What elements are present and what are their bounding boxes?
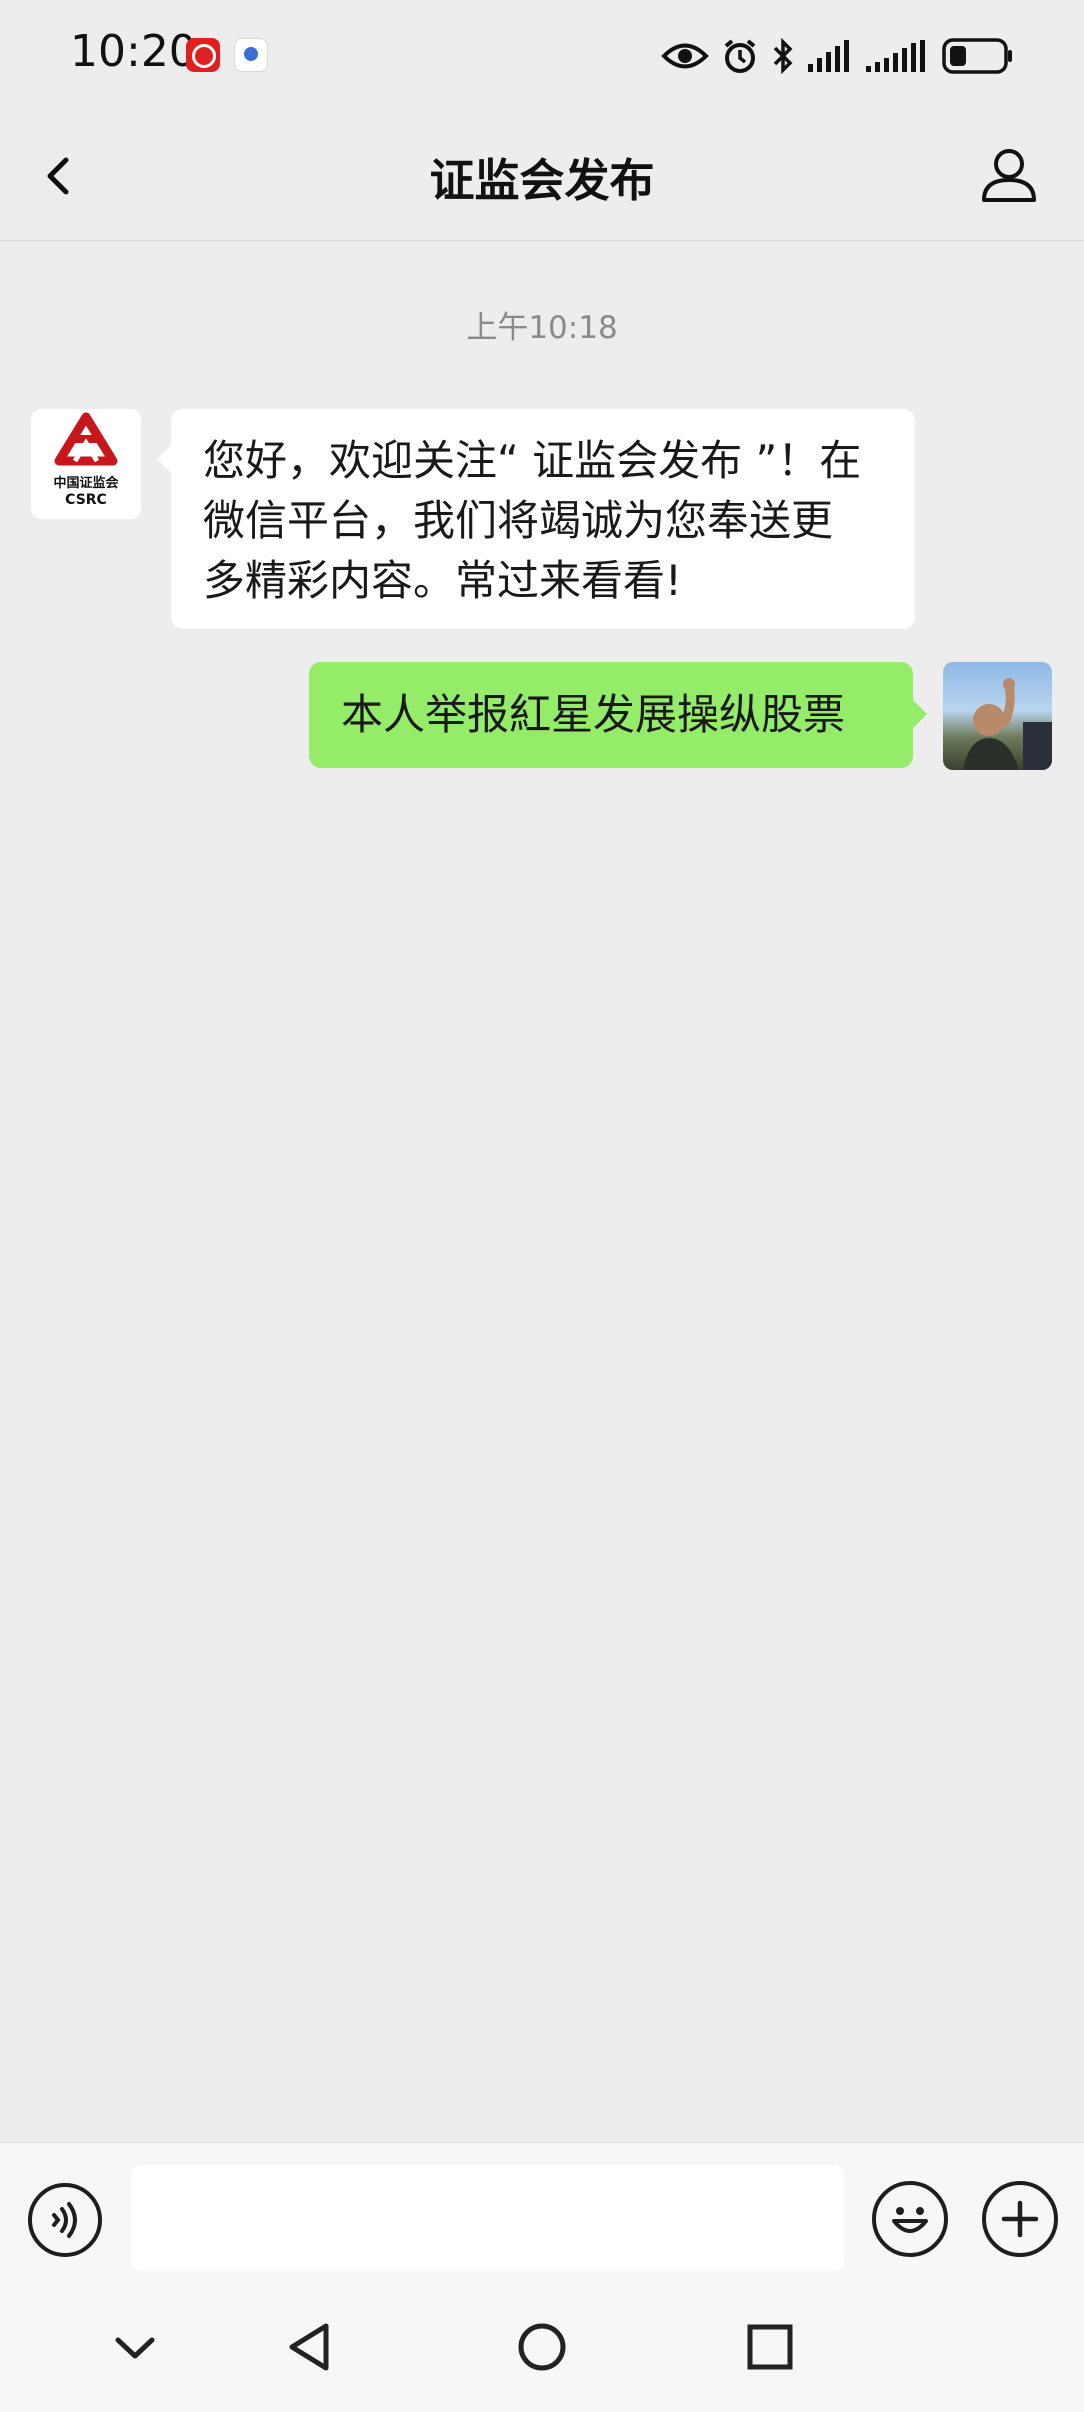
bluetooth-icon: [773, 37, 793, 75]
emoji-button[interactable]: [872, 2181, 948, 2257]
csrc-logo-icon: [54, 412, 118, 466]
message-line: 微信平台，我们将竭诚为您奉送更: [203, 496, 834, 545]
alarm-icon: [724, 39, 756, 73]
avatar-logo-text-cn: 中国证监会: [53, 476, 119, 491]
message-line: 您好，欢迎关注“ 证监会发布 ”！在: [203, 436, 862, 485]
signal-icon: [808, 40, 849, 72]
emoji-icon: [892, 2207, 928, 2233]
more-actions-button[interactable]: [982, 2181, 1058, 2257]
outgoing-message-bubble[interactable]: 本人举报紅星发展操纵股票: [309, 662, 927, 768]
voice-icon: [52, 2202, 77, 2238]
avatar-logo-text-en: CSRC: [65, 492, 107, 508]
message-input[interactable]: [131, 2165, 844, 2271]
app-notification-icon: [186, 38, 220, 72]
official-account-avatar[interactable]: 中国证监会 CSRC: [31, 409, 141, 519]
incoming-message-bubble[interactable]: 您好，欢迎关注“ 证监会发布 ”！在 微信平台，我们将竭诚为您奉送更 多精彩内容…: [157, 409, 915, 629]
baidu-app-icon: [234, 38, 268, 72]
user-photo: [963, 678, 1052, 770]
status-time: 10:20: [70, 26, 197, 77]
home-circle-icon: [518, 2323, 566, 2371]
user-avatar[interactable]: [943, 662, 1052, 770]
system-navigation-bar: [0, 2282, 1084, 2412]
system-home-button[interactable]: [507, 2312, 577, 2382]
back-triangle-icon: [289, 2323, 329, 2371]
message-input-bar: [0, 2142, 1084, 2283]
eye-icon: [661, 43, 709, 69]
status-bar: 10:20: [0, 0, 1084, 110]
page-title: 证监会发布: [429, 154, 655, 207]
plus-icon: [1001, 2200, 1039, 2238]
status-icons: [661, 34, 1014, 78]
message-line: 多精彩内容。常过来看看!: [203, 556, 682, 605]
hide-keyboard-button[interactable]: [100, 2312, 170, 2382]
chevron-down-icon: [115, 2337, 155, 2359]
system-recents-button[interactable]: [735, 2312, 805, 2382]
chat-header: 证监会发布: [0, 110, 1084, 241]
voice-input-button[interactable]: [28, 2183, 102, 2257]
message-timestamp: 上午10:18: [466, 310, 618, 346]
outgoing-message-text: 本人举报紅星发展操纵股票: [341, 690, 846, 739]
system-back-button[interactable]: [276, 2312, 346, 2382]
person-icon: [982, 149, 1036, 202]
profile-button[interactable]: [974, 140, 1044, 210]
recents-square-icon: [747, 2324, 793, 2370]
battery-icon: [942, 38, 1012, 74]
signal-icon: [866, 40, 925, 72]
